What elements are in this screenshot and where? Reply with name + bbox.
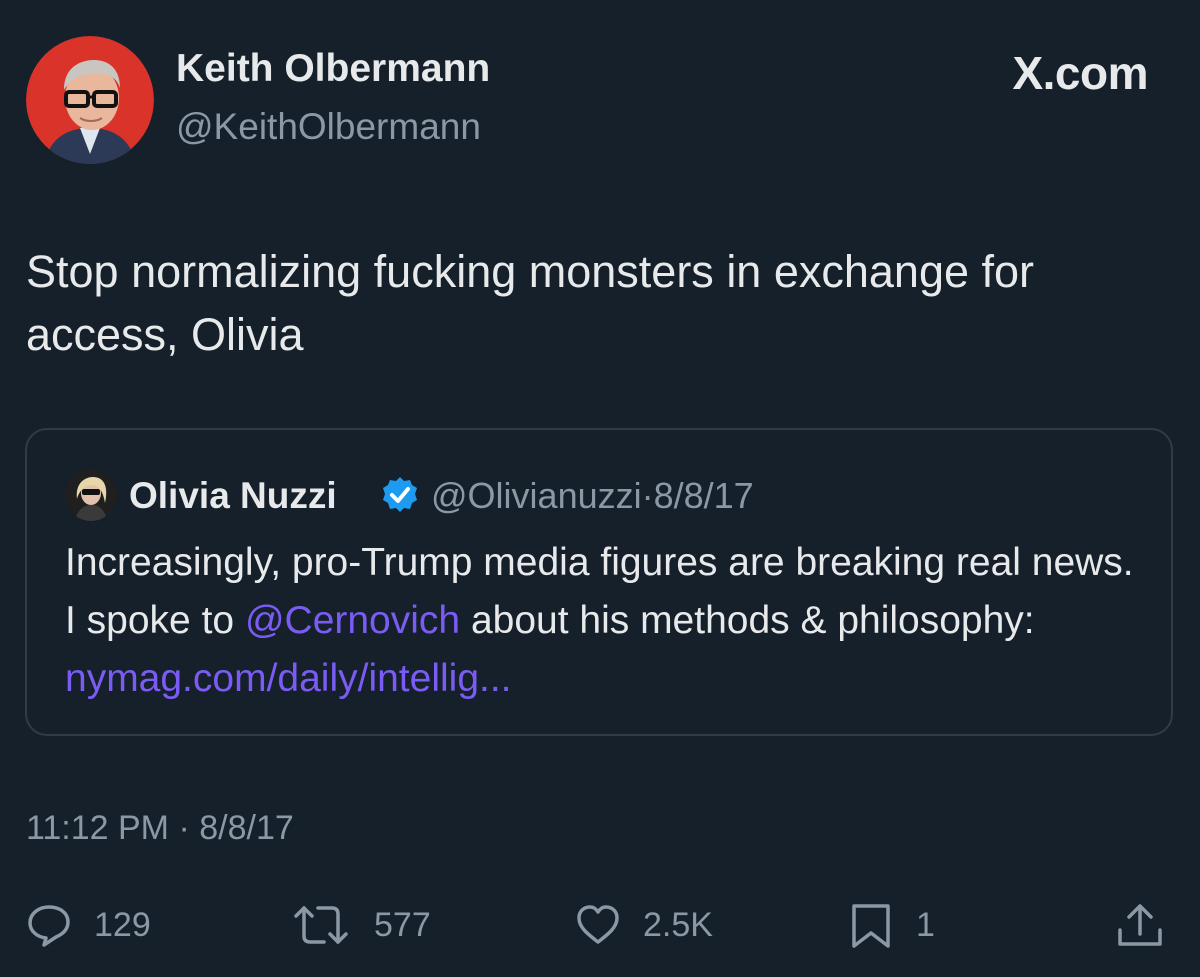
retweet-icon <box>294 906 348 944</box>
timestamp-separator: · <box>178 809 190 847</box>
share-button[interactable] <box>1114 900 1166 950</box>
bookmark-icon <box>852 904 890 948</box>
retweet-count: 577 <box>374 906 431 944</box>
tweet-timestamp[interactable]: 11:12 PM · 8/8/17 <box>26 811 294 845</box>
timestamp-date: 8/8/17 <box>199 809 294 847</box>
retweet-button[interactable]: 577 <box>290 900 431 950</box>
quoted-display-name[interactable]: Olivia Nuzzi <box>129 477 337 514</box>
verified-badge-icon <box>380 475 420 515</box>
author-avatar[interactable] <box>26 36 154 164</box>
bookmark-count: 1 <box>916 906 935 944</box>
quoted-date[interactable]: 8/8/17 <box>654 475 754 516</box>
like-count: 2.5K <box>643 906 713 944</box>
reply-count: 129 <box>94 906 151 944</box>
tweet-text-line: Stop normalizing fucking monsters in exc… <box>26 246 1035 297</box>
quoted-handle[interactable]: @Olivianuzzi <box>431 475 642 516</box>
quoted-tweet-text: Increasingly, pro-Trump media figures ar… <box>65 534 1155 708</box>
meta-separator: · <box>641 475 654 516</box>
author-handle[interactable]: @KeithOlbermann <box>176 108 481 145</box>
heart-icon <box>577 905 619 944</box>
reply-icon <box>28 905 70 947</box>
article-link[interactable]: nymag.com/daily/intellig... <box>65 657 512 700</box>
author-display-name[interactable]: Keith Olbermann <box>176 49 490 88</box>
reply-button[interactable]: 129 <box>26 900 151 950</box>
quoted-meta: @Olivianuzzi·8/8/17 <box>431 478 754 514</box>
timestamp-time: 11:12 PM <box>26 809 170 847</box>
bookmark-button[interactable]: 1 <box>848 900 935 950</box>
quoted-author-avatar[interactable] <box>65 469 117 521</box>
brand-watermark: X.com <box>1012 47 1148 99</box>
tweet-text-line: access, Olivia <box>26 309 304 360</box>
share-icon <box>1118 904 1162 946</box>
mention-link[interactable]: @Cernovich <box>245 599 460 642</box>
tweet-text: Stop normalizing fucking monsters in exc… <box>26 240 1176 366</box>
quoted-tweet-card[interactable]: Olivia Nuzzi @Olivianuzzi·8/8/17 Increas… <box>25 428 1173 736</box>
like-button[interactable]: 2.5K <box>575 900 713 950</box>
quoted-text-part: about his methods & philosophy: <box>460 599 1035 642</box>
